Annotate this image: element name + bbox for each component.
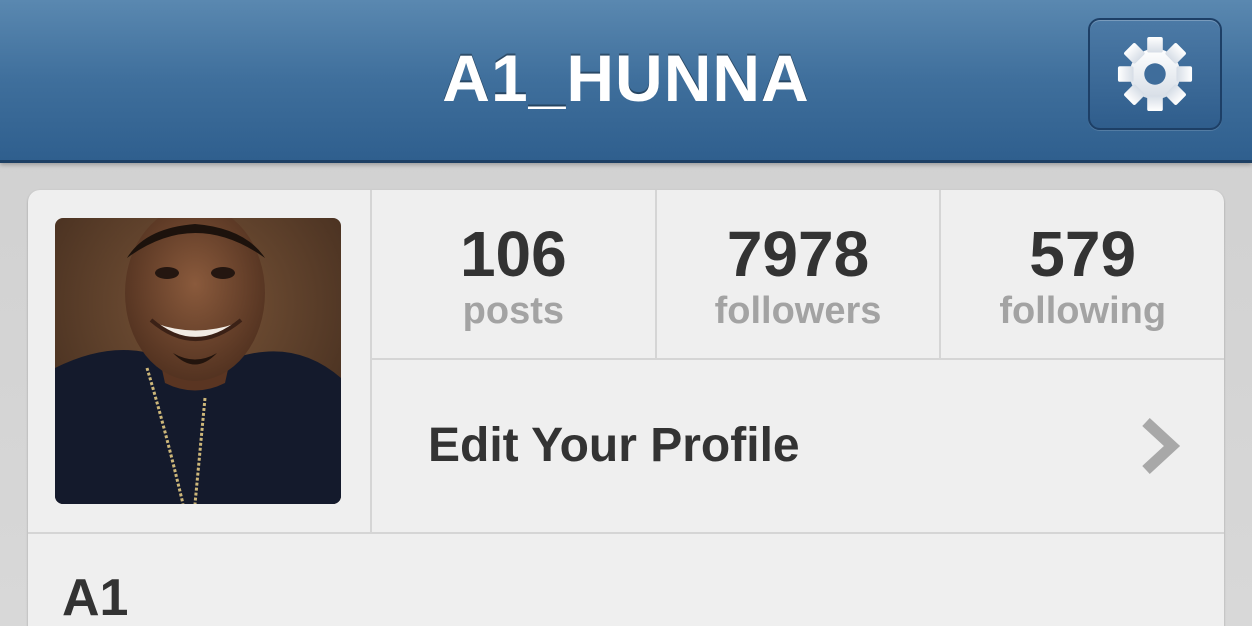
followers-stat[interactable]: 7978 followers [657, 190, 942, 358]
divider [28, 532, 1224, 534]
navigation-bar: A1_HUNNA [0, 0, 1252, 163]
edit-profile-button[interactable]: Edit Your Profile [372, 360, 1224, 532]
posts-count: 106 [459, 218, 567, 290]
followers-label: followers [714, 290, 882, 332]
followers-count: 7978 [726, 218, 870, 290]
gear-icon [1117, 36, 1193, 112]
avatar-photo [55, 218, 341, 504]
stats-row: 106 posts 7978 followers 579 following [372, 190, 1224, 360]
profile-name: A1 [62, 569, 129, 626]
profile-screen: A1_HUNNA 106 posts 7978 followers 579 fo… [0, 0, 1252, 626]
posts-stat[interactable]: 106 posts [372, 190, 657, 358]
following-count: 579 [1029, 218, 1137, 290]
following-label: following [999, 290, 1167, 332]
username-title: A1_HUNNA [442, 41, 810, 115]
posts-label: posts [462, 290, 565, 332]
edit-profile-label: Edit Your Profile [428, 419, 800, 472]
avatar-cell [28, 190, 372, 532]
profile-card: 106 posts 7978 followers 579 following E… [28, 190, 1224, 626]
following-stat[interactable]: 579 following [941, 190, 1224, 358]
settings-button[interactable] [1088, 18, 1222, 130]
avatar[interactable] [55, 218, 341, 504]
chevron-right-icon [1142, 417, 1181, 475]
